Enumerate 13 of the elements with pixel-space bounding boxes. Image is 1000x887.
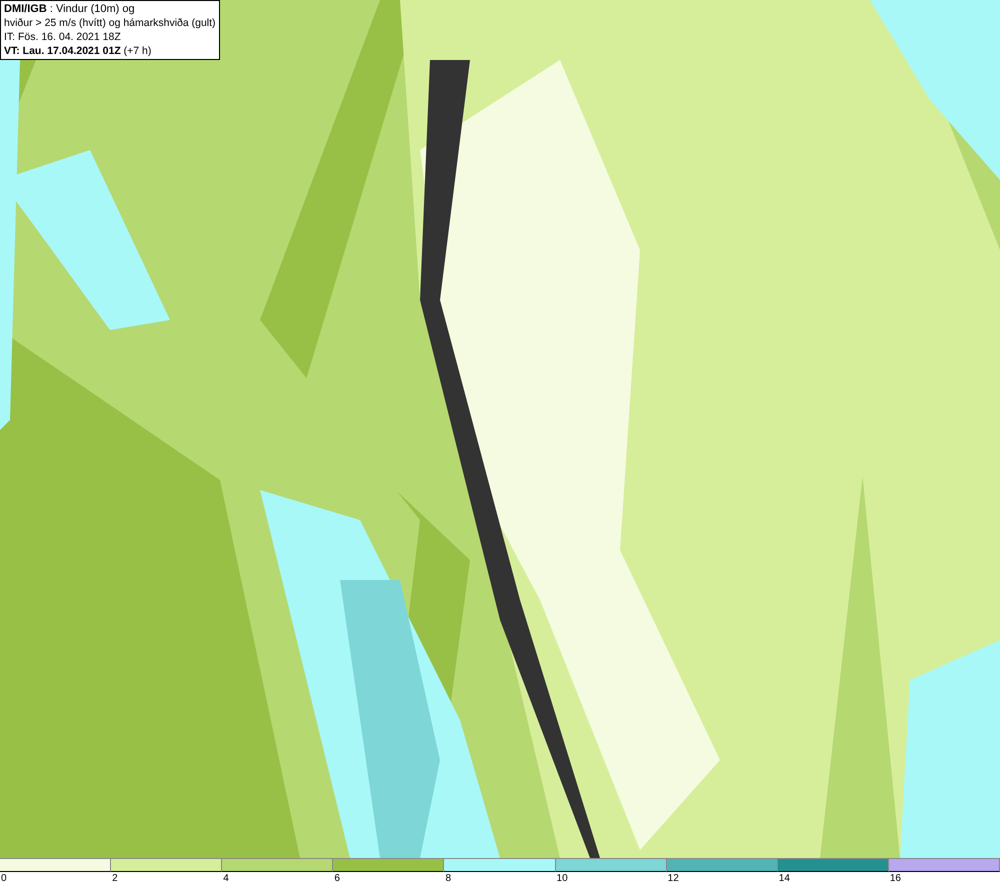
legend-label: 12 [666, 872, 680, 886]
legend-label: 6 [333, 872, 341, 886]
legend-label: 4 [222, 872, 230, 886]
title-line: hviður > 25 m/s (hvítt) og hámarkshviða (gult) [4, 16, 216, 30]
legend-label: 8 [444, 872, 452, 886]
title-line: VT: Lau. 17.04.2021 01Z (+7 h) [4, 44, 152, 58]
legend-label: 16 [888, 872, 902, 886]
title-line: DMI/IGB : Vindur (10m) og [4, 2, 136, 16]
legend-label: 0 [0, 872, 8, 886]
title-line: IT: Fös. 16. 04. 2021 18Z [4, 30, 122, 44]
legend-label: 10 [556, 872, 569, 886]
legend-label: 14 [778, 872, 791, 886]
legend-label: 2 [111, 872, 119, 886]
